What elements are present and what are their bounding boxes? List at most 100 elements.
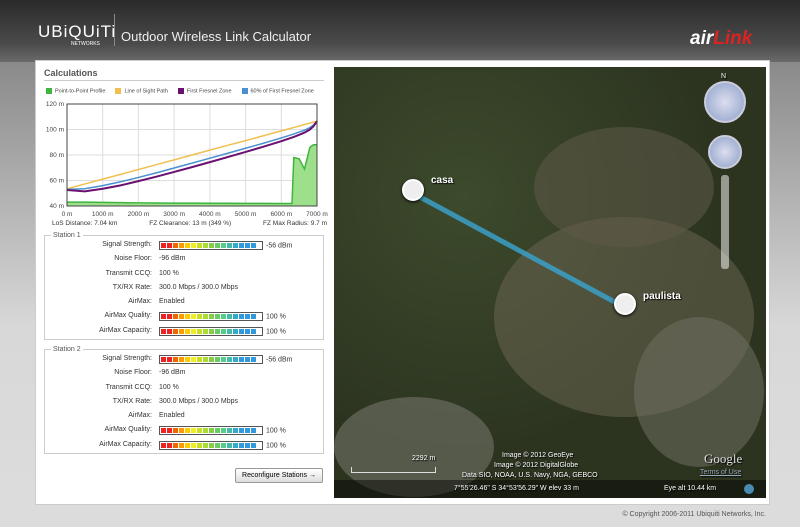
value-text: 100 %	[159, 269, 179, 277]
coordinates-readout: 7°55'26.46" S 34°53'56.29" W elev 33 m	[454, 485, 579, 492]
pan-control[interactable]	[704, 81, 746, 123]
station-row: AirMax Capacity: 100 %	[45, 439, 323, 453]
station-pin-casa[interactable]	[402, 179, 424, 201]
station-row: TX/RX Rate: 300.0 Mbps / 300.0 Mbps	[45, 396, 323, 410]
row-value: 100 %	[159, 384, 179, 391]
station-pin-paulista[interactable]	[614, 293, 636, 315]
airlink-logo: airLink	[690, 28, 753, 49]
row-value: 100 %	[159, 440, 286, 450]
row-label: AirMax:	[128, 412, 152, 420]
eye-altitude: Eye alt 10.44 km	[664, 485, 717, 492]
value-text: 300.0 Mbps / 300.0 Mbps	[159, 397, 238, 405]
x-tick-label: 4000 m	[199, 211, 221, 218]
row-value: 300.0 Mbps / 300.0 Mbps	[159, 398, 238, 405]
fz-max-radius: FZ Max Radius: 9.7 m	[263, 220, 327, 227]
globe-icon	[744, 484, 754, 494]
station-row: AirMax Quality: 100 %	[45, 424, 323, 438]
x-tick-label: 3000 m	[163, 211, 185, 218]
row-label: AirMax Capacity:	[99, 326, 152, 334]
reconfigure-stations-button[interactable]: Reconfigure Stations →	[235, 468, 323, 483]
map-view[interactable]: casa paulista N 2292 m Image © 2012 GeoE…	[334, 67, 766, 498]
level-meter	[159, 312, 263, 322]
station-row: TX/RX Rate: 300.0 Mbps / 300.0 Mbps	[45, 282, 323, 296]
y-tick-label: 40 m	[50, 203, 64, 210]
ubiquiti-logo: UBiQUiTi NETWORKS	[38, 22, 117, 47]
value-text: 100 %	[266, 442, 286, 450]
data-credit: Data SIO, NOAA, U.S. Navy, NGA, GEBCO	[462, 472, 598, 479]
row-value: 100 %	[159, 270, 179, 277]
scale-bar	[351, 467, 436, 473]
x-tick-label: 0 m	[62, 211, 73, 218]
station-title: Station 2	[53, 346, 81, 353]
row-value: 100 %	[159, 426, 286, 436]
row-label: Signal Strength:	[102, 355, 152, 362]
value-text: Enabled	[159, 298, 185, 306]
station-row: Noise Floor: -96 dBm	[45, 367, 323, 381]
header: UBiQUiTi NETWORKS Outdoor Wireless Link C…	[0, 0, 800, 62]
station-row: Transmit CCQ: 100 %	[45, 382, 323, 396]
row-value: -96 dBm	[159, 255, 185, 262]
row-value: Enabled	[159, 412, 185, 419]
value-text: -56 dBm	[266, 356, 293, 364]
row-label: Noise Floor:	[114, 255, 152, 263]
x-tick-label: 5000 m	[235, 211, 257, 218]
y-tick-label: 120 m	[46, 101, 64, 108]
terms-of-use-link[interactable]: Terms of Use	[700, 469, 741, 476]
row-label: Transmit CCQ:	[105, 269, 152, 277]
level-meter	[159, 440, 263, 450]
station-row: AirMax: Enabled	[45, 410, 323, 424]
link-stats: LoS Distance: 7.04 km FZ Clearance: 13 m…	[52, 220, 327, 227]
pin-label: paulista	[643, 291, 681, 302]
station-row: Transmit CCQ: 100 %	[45, 268, 323, 282]
value-text: 100 %	[266, 313, 286, 321]
station-row: AirMax: Enabled	[45, 296, 323, 310]
map-status-bar: 7°55'26.46" S 34°53'56.29" W elev 33 m E…	[334, 480, 766, 498]
row-label: AirMax Quality:	[104, 312, 152, 320]
x-tick-label: 2000 m	[128, 211, 150, 218]
value-text: Enabled	[159, 412, 185, 420]
row-label: Transmit CCQ:	[105, 383, 152, 391]
fz-clearance: FZ Clearance: 13 m (349 %)	[149, 220, 232, 227]
app-title: Outdoor Wireless Link Calculator	[121, 29, 312, 44]
row-value: 100 %	[159, 326, 286, 336]
x-tick-label: 6000 m	[270, 211, 292, 218]
value-text: 100 %	[266, 328, 286, 336]
level-meter	[159, 326, 263, 336]
row-value: -96 dBm	[159, 369, 185, 376]
x-tick-label: 1000 m	[92, 211, 114, 218]
station-row: Signal Strength: -56 dBm	[45, 239, 323, 253]
value-text: -56 dBm	[266, 242, 293, 250]
row-label: AirMax:	[128, 298, 152, 306]
row-value: -56 dBm	[159, 241, 292, 250]
station-row: Noise Floor: -96 dBm	[45, 253, 323, 267]
row-label: AirMax Capacity:	[99, 440, 152, 448]
series-line-point-to-point-profile	[67, 144, 317, 205]
copyright: © Copyright 2006-2011 Ubiquiti Networks,…	[622, 511, 766, 518]
value-text: 100 %	[266, 427, 286, 435]
google-logo: Google	[704, 451, 743, 466]
station-row: Signal Strength: -56 dBm	[45, 353, 323, 367]
y-tick-label: 80 m	[50, 152, 64, 159]
station-title: Station 1	[53, 232, 81, 239]
row-value: -56 dBm	[159, 355, 292, 364]
scale-label: 2292 m	[412, 455, 436, 462]
x-tick-label: 7000 m	[306, 211, 328, 218]
level-meter	[159, 355, 263, 364]
north-indicator: N	[721, 73, 727, 80]
station-row: AirMax Capacity: 100 %	[45, 325, 323, 339]
zoom-slider[interactable]	[721, 175, 729, 269]
row-value: 100 %	[159, 312, 286, 322]
station-row: AirMax Quality: 100 %	[45, 310, 323, 324]
value-text: 300.0 Mbps / 300.0 Mbps	[159, 283, 238, 291]
row-label: TX/RX Rate:	[112, 283, 152, 291]
imagery-credit: Image © 2012 DigitalGlobe	[494, 462, 579, 469]
pin-label: casa	[431, 175, 454, 186]
value-text: -96 dBm	[159, 255, 186, 263]
station-1-panel: Station 1 Signal Strength: -56 dBm Noise Fl…	[44, 232, 324, 341]
row-label: TX/RX Rate:	[112, 397, 152, 405]
divider	[114, 14, 115, 46]
level-meter	[159, 241, 263, 250]
look-control[interactable]	[708, 135, 742, 169]
link-profile-chart: 0 m 1000 m 2000 m 3000 m 4000 m 5000 m 6000 m 7…	[46, 101, 328, 218]
y-tick-label: 100 m	[46, 127, 64, 134]
